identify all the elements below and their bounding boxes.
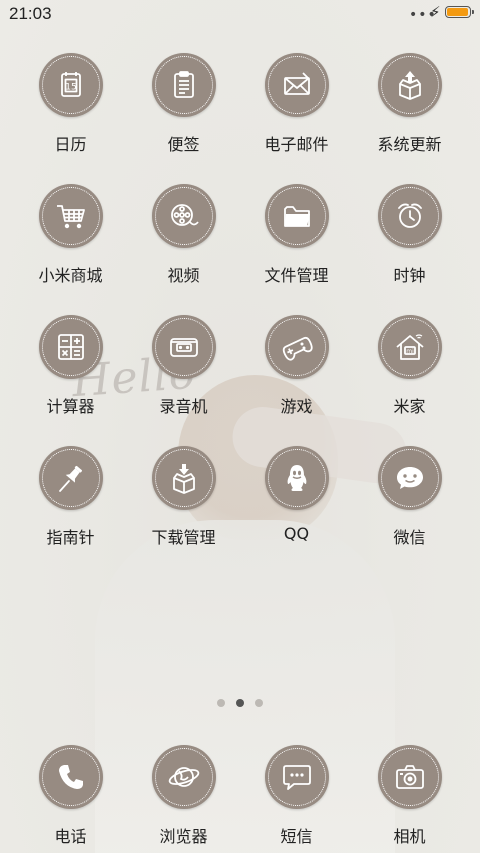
app-qq[interactable]: QQ bbox=[240, 443, 353, 574]
page-dot[interactable] bbox=[255, 699, 263, 707]
app-notes[interactable]: 便签 bbox=[127, 50, 240, 181]
wechat-icon[interactable] bbox=[377, 446, 442, 510]
home-icon[interactable]: mi bbox=[377, 315, 442, 379]
app-label: 录音机 bbox=[159, 397, 208, 416]
app-label: 浏览器 bbox=[159, 827, 208, 846]
app-label: 便签 bbox=[167, 135, 200, 154]
app-browser[interactable]: 浏览器 bbox=[127, 742, 240, 847]
app-label: 视频 bbox=[167, 266, 200, 285]
message-bubble-icon[interactable] bbox=[264, 745, 329, 809]
app-label: 计算器 bbox=[46, 397, 95, 416]
battery-icon bbox=[445, 6, 474, 18]
phone-icon[interactable] bbox=[38, 745, 103, 809]
qq-penguin-icon[interactable] bbox=[264, 446, 329, 510]
page-dot[interactable] bbox=[217, 699, 225, 707]
app-label: 小米商城 bbox=[38, 266, 103, 285]
app-label: 微信 bbox=[393, 528, 426, 547]
calendar-icon[interactable]: 15 bbox=[38, 53, 103, 117]
app-phone[interactable]: 电话 bbox=[14, 742, 127, 847]
dock: 电话 浏览器 短信 相机 bbox=[14, 742, 466, 847]
app-label: QQ bbox=[283, 524, 310, 543]
app-label: 指南针 bbox=[46, 528, 95, 547]
folder-icon[interactable] bbox=[264, 184, 329, 248]
app-grid: 15 日历 便签 电子邮件 系统更新 小米商城 视频 文件管理 时钟 计算器 录… bbox=[14, 50, 466, 574]
svg-text:mi: mi bbox=[406, 348, 414, 355]
app-label: 时钟 bbox=[393, 266, 426, 285]
page-dot[interactable] bbox=[236, 699, 244, 707]
charging-icon: ⚡ bbox=[430, 3, 441, 21]
app-label: 文件管理 bbox=[264, 266, 329, 285]
app-compass[interactable]: 指南针 bbox=[14, 443, 127, 574]
page-indicator bbox=[0, 699, 480, 707]
app-calculator[interactable]: 计算器 bbox=[14, 312, 127, 443]
status-time: 21:03 bbox=[9, 4, 52, 23]
battery-level bbox=[447, 8, 468, 16]
app-messages[interactable]: 短信 bbox=[240, 742, 353, 847]
mail-icon[interactable] bbox=[264, 53, 329, 117]
download-box-icon[interactable] bbox=[151, 446, 216, 510]
app-calendar[interactable]: 15 日历 bbox=[14, 50, 127, 181]
app-video[interactable]: 视频 bbox=[127, 181, 240, 312]
app-label: 下载管理 bbox=[151, 528, 216, 547]
app-mi-store[interactable]: 小米商城 bbox=[14, 181, 127, 312]
browser-globe-icon[interactable] bbox=[151, 745, 216, 809]
svg-text:15: 15 bbox=[65, 83, 76, 93]
gamepad-icon[interactable] bbox=[264, 315, 329, 379]
app-system-update[interactable]: 系统更新 bbox=[353, 50, 466, 181]
app-file-manager[interactable]: 文件管理 bbox=[240, 181, 353, 312]
update-box-icon[interactable] bbox=[377, 53, 442, 117]
app-label: 相机 bbox=[393, 827, 426, 846]
app-mi-home[interactable]: mi 米家 bbox=[353, 312, 466, 443]
camera-icon[interactable] bbox=[377, 745, 442, 809]
notepad-icon[interactable] bbox=[151, 53, 216, 117]
app-camera[interactable]: 相机 bbox=[353, 742, 466, 847]
app-clock[interactable]: 时钟 bbox=[353, 181, 466, 312]
app-label: 短信 bbox=[280, 827, 313, 846]
app-download-manager[interactable]: 下载管理 bbox=[127, 443, 240, 574]
app-games[interactable]: 游戏 bbox=[240, 312, 353, 443]
app-label: 日历 bbox=[54, 135, 87, 154]
app-wechat[interactable]: 微信 bbox=[353, 443, 466, 574]
calculator-icon[interactable] bbox=[38, 315, 103, 379]
clock-icon[interactable] bbox=[377, 184, 442, 248]
app-label: 游戏 bbox=[280, 397, 313, 416]
recorder-icon[interactable] bbox=[151, 315, 216, 379]
app-label: 电子邮件 bbox=[264, 135, 329, 154]
pushpin-icon[interactable] bbox=[38, 446, 103, 510]
app-label: 系统更新 bbox=[377, 135, 442, 154]
video-reel-icon[interactable] bbox=[151, 184, 216, 248]
status-bar: 21:03 ••• ⚡ bbox=[0, 0, 480, 28]
shopping-cart-icon[interactable] bbox=[38, 184, 103, 248]
app-email[interactable]: 电子邮件 bbox=[240, 50, 353, 181]
app-recorder[interactable]: 录音机 bbox=[127, 312, 240, 443]
app-label: 电话 bbox=[54, 827, 87, 846]
app-label: 米家 bbox=[393, 397, 426, 416]
